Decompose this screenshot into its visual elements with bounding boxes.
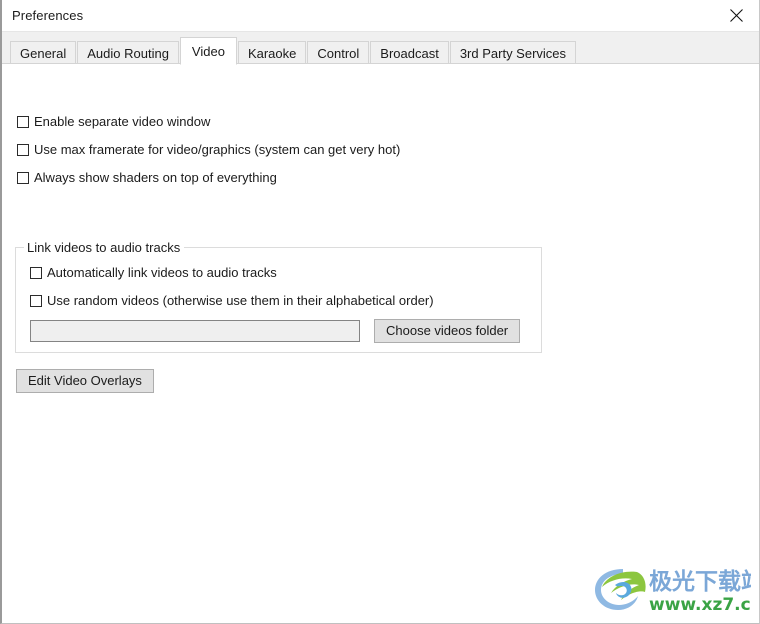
- close-icon[interactable]: [713, 0, 759, 31]
- checkbox-use-random-videos[interactable]: Use random videos (otherwise use them in…: [30, 294, 434, 308]
- tab-video[interactable]: Video: [179, 37, 237, 65]
- site-watermark: 极光下载站 www.xz7.com: [593, 565, 751, 617]
- edit-video-overlays-button[interactable]: Edit Video Overlays: [16, 369, 154, 393]
- checkbox-box[interactable]: [17, 116, 29, 128]
- checkbox-box[interactable]: [30, 295, 42, 307]
- checkbox-label: Use random videos (otherwise use them in…: [47, 293, 434, 308]
- tab-control[interactable]: Control: [307, 41, 370, 65]
- checkbox-box[interactable]: [17, 172, 29, 184]
- link-videos-groupbox: Link videos to audio tracks Automaticall…: [15, 240, 542, 353]
- videos-folder-input[interactable]: [30, 320, 360, 342]
- tab-3rd-party-services[interactable]: 3rd Party Services: [449, 41, 577, 65]
- checkbox-enable-separate-video-window[interactable]: Enable separate video window: [17, 115, 210, 129]
- tab-karaoke[interactable]: Karaoke: [237, 41, 307, 65]
- checkbox-always-show-shaders[interactable]: Always show shaders on top of everything: [17, 171, 277, 185]
- tab-strip: General Audio Routing Video Karaoke Cont…: [2, 31, 759, 65]
- watermark-cn-text: 极光下载站: [649, 569, 751, 595]
- checkbox-label: Automatically link videos to audio track…: [47, 265, 277, 280]
- choose-videos-folder-button[interactable]: Choose videos folder: [374, 319, 521, 343]
- checkbox-use-max-framerate[interactable]: Use max framerate for video/graphics (sy…: [17, 143, 400, 157]
- checkbox-box[interactable]: [30, 267, 42, 279]
- tab-broadcast[interactable]: Broadcast: [370, 41, 449, 65]
- watermark-url-text: www.xz7.com: [649, 595, 751, 615]
- title-bar: Preferences: [2, 0, 759, 31]
- groupbox-title: Link videos to audio tracks: [24, 240, 185, 255]
- tab-audio-routing[interactable]: Audio Routing: [77, 41, 179, 65]
- checkbox-label: Always show shaders on top of everything: [34, 170, 277, 185]
- preferences-window: Preferences General Audio Routing Video …: [0, 0, 760, 624]
- checkbox-box[interactable]: [17, 144, 29, 156]
- tab-general[interactable]: General: [10, 41, 77, 65]
- videos-folder-row: Choose videos folder: [30, 319, 521, 343]
- video-settings-panel: Enable separate video window Use max fra…: [2, 63, 759, 623]
- checkbox-label: Enable separate video window: [34, 114, 211, 129]
- window-title: Preferences: [12, 8, 84, 23]
- checkbox-automatically-link-videos[interactable]: Automatically link videos to audio track…: [30, 266, 277, 280]
- watermark-swirl-icon: [595, 569, 646, 610]
- checkbox-label: Use max framerate for video/graphics (sy…: [34, 142, 401, 157]
